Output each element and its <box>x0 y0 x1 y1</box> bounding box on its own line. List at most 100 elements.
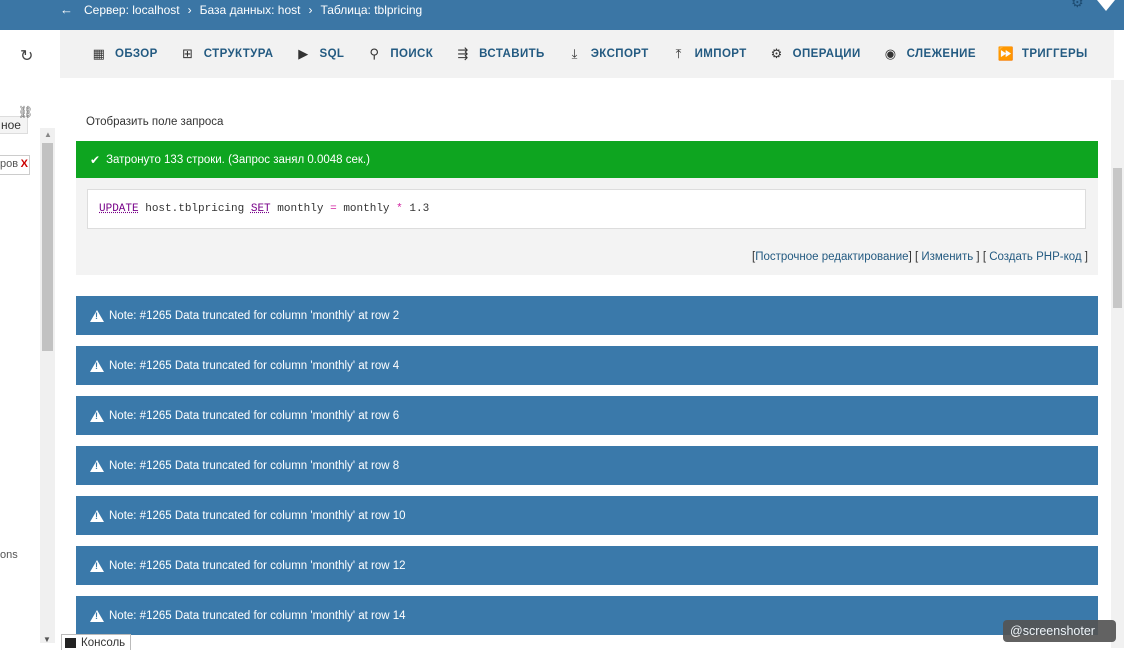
query-action-links: [Построчное редактирование] [ Изменить ]… <box>751 251 1088 263</box>
warning-icon <box>90 609 104 622</box>
breadcrumb-table-label[interactable]: Таблица: tblpricing <box>320 3 422 17</box>
sql-keyword[interactable]: UPDATE <box>99 203 139 215</box>
warning-note-text: Note: #1265 Data truncated for column 'm… <box>109 509 406 522</box>
scroll-down-icon[interactable]: ▼ <box>43 635 51 644</box>
show-query-box-link[interactable]: Отобразить поле запроса <box>86 116 223 128</box>
console-icon <box>65 637 76 648</box>
screenshoter-watermark: @screenshoter <box>1003 620 1116 642</box>
sql-icon: ▶ <box>298 46 309 61</box>
tab-insert-label: Вставить <box>479 48 545 60</box>
tab-browse-label: Обзор <box>115 48 158 60</box>
sql-operator: = <box>330 203 337 215</box>
edit-query-link[interactable]: Изменить <box>921 251 973 263</box>
link-icon[interactable]: ⛓ <box>18 105 33 119</box>
tab-sql[interactable]: ▶ SQL <box>296 46 345 62</box>
warning-note: Note: #1265 Data truncated for column 'm… <box>76 346 1098 385</box>
browse-icon: ▦ <box>92 46 106 61</box>
main-content: ▦ Обзор ⊞ Структура ▶ SQL ⚲ Поиск ⇶ Вста… <box>57 30 1124 648</box>
sql-table: host.tblpricing <box>145 203 245 215</box>
breadcrumb-separator-icon: › <box>308 3 313 17</box>
tab-export[interactable]: ⤓ Экспорт <box>567 46 649 62</box>
warning-note-text: Note: #1265 Data truncated for column 'm… <box>109 459 400 472</box>
sql-keyword[interactable]: SET <box>251 203 271 215</box>
tab-triggers[interactable]: ⏩ Триггеры <box>998 46 1088 62</box>
warning-icon <box>90 509 104 522</box>
tracking-icon: ◉ <box>884 46 897 61</box>
warning-note: Note: #1265 Data truncated for column 'm… <box>76 296 1098 335</box>
reload-icon[interactable]: ↻ <box>20 46 33 66</box>
nav-filter-input[interactable]: ров X <box>0 155 30 175</box>
settings-gear-icon[interactable]: ⚙ <box>1071 0 1085 10</box>
tab-search[interactable]: ⚲ Поиск <box>366 46 433 62</box>
warning-note-text: Note: #1265 Data truncated for column 'm… <box>109 359 400 372</box>
success-message: ✔ Затронуто 133 строки. (Запрос занял 0.… <box>76 141 1098 178</box>
search-icon: ⚲ <box>369 46 380 61</box>
sql-column: monthly <box>277 203 324 215</box>
warning-note: Note: #1265 Data truncated for column 'm… <box>76 446 1098 485</box>
warning-note: Note: #1265 Data truncated for column 'm… <box>76 396 1098 435</box>
table-tabs: ▦ Обзор ⊞ Структура ▶ SQL ⚲ Поиск ⇶ Вста… <box>60 30 1114 78</box>
warning-icon <box>90 359 104 372</box>
clear-filter-icon[interactable]: X <box>21 158 28 170</box>
operations-icon: ⚙ <box>770 46 783 61</box>
create-php-code-link[interactable]: Создать PHP-код <box>989 251 1081 263</box>
tab-structure-label: Структура <box>203 48 274 60</box>
tab-export-label: Экспорт <box>590 48 649 60</box>
inline-edit-link[interactable]: Построчное редактирование <box>755 251 908 263</box>
tab-tracking[interactable]: ◉ Слежение <box>883 46 976 62</box>
sql-operator: * <box>396 203 403 215</box>
nav-scrollbar-thumb[interactable] <box>42 143 53 351</box>
warning-note-text: Note: #1265 Data truncated for column 'm… <box>109 309 400 322</box>
sql-column: monthly <box>343 203 390 215</box>
tab-sql-label: SQL <box>319 48 345 60</box>
warning-note: Note: #1265 Data truncated for column 'm… <box>76 546 1098 585</box>
warning-icon <box>90 559 104 572</box>
tab-browse[interactable]: ▦ Обзор <box>91 46 158 62</box>
tab-import[interactable]: ⤒ Импорт <box>671 46 747 62</box>
warning-icon <box>90 409 104 422</box>
collapse-triangle-icon[interactable] <box>1097 0 1115 11</box>
tab-import-label: Импорт <box>694 48 747 60</box>
tab-insert[interactable]: ⇶ Вставить <box>455 46 545 62</box>
tab-operations-label: Операции <box>792 48 861 60</box>
main-scrollbar-thumb[interactable] <box>1113 168 1122 308</box>
top-navigation-bar: ← Сервер: localhost › База данных: host … <box>0 0 1124 30</box>
navigation-panel: ↻ ное ⛓ ров X ons ▲ ▼ <box>0 30 57 648</box>
nav-filter-value: ров <box>0 158 19 170</box>
breadcrumb-database-label[interactable]: База данных: host <box>200 3 301 17</box>
watermark-text: @screenshoter <box>1010 624 1095 638</box>
success-message-text: Затронуто 133 строки. (Запрос занял 0.00… <box>106 153 370 166</box>
export-icon: ⤓ <box>571 46 578 61</box>
sql-query-display: UPDATE host.tblpricing SET monthly = mon… <box>87 189 1086 229</box>
insert-icon: ⇶ <box>457 46 469 61</box>
sql-number: 1.3 <box>409 203 430 215</box>
import-icon: ⤒ <box>675 46 682 61</box>
breadcrumb-server-label[interactable]: Сервер: localhost <box>84 3 180 17</box>
triggers-icon: ⏩ <box>997 46 1015 61</box>
structure-icon: ⊞ <box>182 46 194 61</box>
breadcrumb-database[interactable]: База данных: host <box>200 3 301 17</box>
warning-note-text: Note: #1265 Data truncated for column 'm… <box>109 559 406 572</box>
tab-operations[interactable]: ⚙ Операции <box>769 46 861 62</box>
nav-fragment-text: ons <box>0 549 18 561</box>
back-arrow-icon[interactable]: ← <box>60 2 73 17</box>
tab-triggers-label: Триггеры <box>1021 48 1088 60</box>
warning-note-text: Note: #1265 Data truncated for column 'm… <box>109 409 400 422</box>
scroll-up-icon[interactable]: ▲ <box>44 130 52 139</box>
breadcrumb-server[interactable]: Сервер: localhost <box>84 3 180 17</box>
warning-icon <box>90 459 104 472</box>
query-result-box: ✔ Затронуто 133 строки. (Запрос занял 0.… <box>76 141 1098 275</box>
tab-structure[interactable]: ⊞ Структура <box>180 46 274 62</box>
breadcrumb-separator-icon: › <box>187 3 192 17</box>
warning-icon <box>90 309 104 322</box>
breadcrumb: Сервер: localhost › База данных: host › … <box>84 3 422 17</box>
warning-note-text: Note: #1265 Data truncated for column 'm… <box>109 609 406 622</box>
console-label: Консоль <box>81 636 126 649</box>
warning-note: Note: #1265 Data truncated for column 'm… <box>76 596 1098 635</box>
breadcrumb-table[interactable]: Таблица: tblpricing <box>320 3 422 17</box>
tab-search-label: Поиск <box>390 48 434 60</box>
warning-note: Note: #1265 Data truncated for column 'm… <box>76 496 1098 535</box>
checkmark-icon: ✔ <box>90 152 101 167</box>
tab-tracking-label: Слежение <box>906 48 976 60</box>
main-scrollbar[interactable] <box>1111 80 1124 648</box>
